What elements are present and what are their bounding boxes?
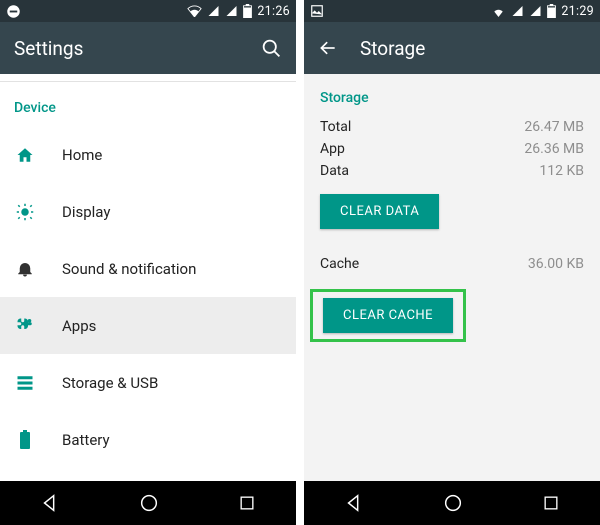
phone-right: 21:29 Storage Storage Total 26.47 MB App… [304,0,600,525]
phone-left: 21:26 Settings Device Home Display S [0,0,296,525]
section-header-storage: Storage [320,90,584,106]
row-cache: Cache 36.00 KB [320,253,584,275]
divider [0,74,296,82]
settings-item-battery[interactable]: Battery [0,411,296,468]
battery-status-icon [243,4,252,18]
settings-item-label: Home [62,146,102,164]
wifi-icon [491,5,506,17]
signal-icon [207,5,220,17]
settings-item-label: Battery [62,431,110,449]
battery-status-icon [547,4,556,18]
settings-list: Device Home Display Sound & notification… [0,74,296,481]
row-data: Data 112 KB [320,160,584,182]
clear-data-button[interactable]: CLEAR DATA [320,194,439,229]
signal2-icon [225,5,238,17]
nav-recent-icon[interactable] [237,493,257,513]
row-cache-key: Cache [320,256,359,272]
nav-home-icon[interactable] [138,492,160,514]
settings-item-apps[interactable]: Apps [0,297,296,354]
display-icon [14,203,36,221]
bell-icon [14,260,36,278]
action-bar-left: Settings [0,22,296,74]
row-total-key: Total [320,119,351,135]
status-bar-left: 21:26 [0,0,296,22]
settings-item-display[interactable]: Display [0,183,296,240]
row-app-key: App [320,141,345,157]
row-data-key: Data [320,163,349,179]
apps-icon [14,317,36,335]
home-icon [14,146,36,164]
page-title: Storage [360,37,586,60]
nav-bar-right [304,481,600,525]
clear-cache-button[interactable]: CLEAR CACHE [323,298,453,333]
row-data-value: 112 KB [539,163,584,179]
nav-recent-icon[interactable] [541,493,561,513]
screenshot-icon [310,4,324,18]
battery-icon [14,430,36,450]
nav-home-icon[interactable] [442,492,464,514]
status-clock: 21:29 [561,4,594,19]
action-bar-right: Storage [304,22,600,74]
row-cache-value: 36.00 KB [528,256,584,272]
search-icon[interactable] [261,38,282,59]
wifi-icon [187,5,202,17]
status-bar-right: 21:29 [304,0,600,22]
settings-item-home[interactable]: Home [0,126,296,183]
dnd-icon [6,4,21,19]
section-header-device: Device [0,82,296,126]
nav-back-icon[interactable] [343,492,365,514]
storage-content: Storage Total 26.47 MB App 26.36 MB Data… [304,74,600,481]
page-title: Settings [14,37,239,60]
back-icon[interactable] [318,38,338,58]
signal-icon [511,5,524,17]
row-app-value: 26.36 MB [524,141,584,157]
nav-back-icon[interactable] [39,492,61,514]
nav-bar-left [0,481,296,525]
status-clock: 21:26 [257,4,290,19]
row-total: Total 26.47 MB [320,116,584,138]
settings-item-storage[interactable]: Storage & USB [0,354,296,411]
storage-icon [14,374,36,392]
settings-item-sound[interactable]: Sound & notification [0,240,296,297]
settings-item-label: Sound & notification [62,260,196,278]
highlight-box: CLEAR CACHE [310,289,466,342]
settings-item-label: Apps [62,317,96,335]
settings-item-label: Display [62,203,110,221]
row-total-value: 26.47 MB [524,119,584,135]
signal2-icon [529,5,542,17]
settings-item-label: Storage & USB [62,374,158,392]
row-app: App 26.36 MB [320,138,584,160]
